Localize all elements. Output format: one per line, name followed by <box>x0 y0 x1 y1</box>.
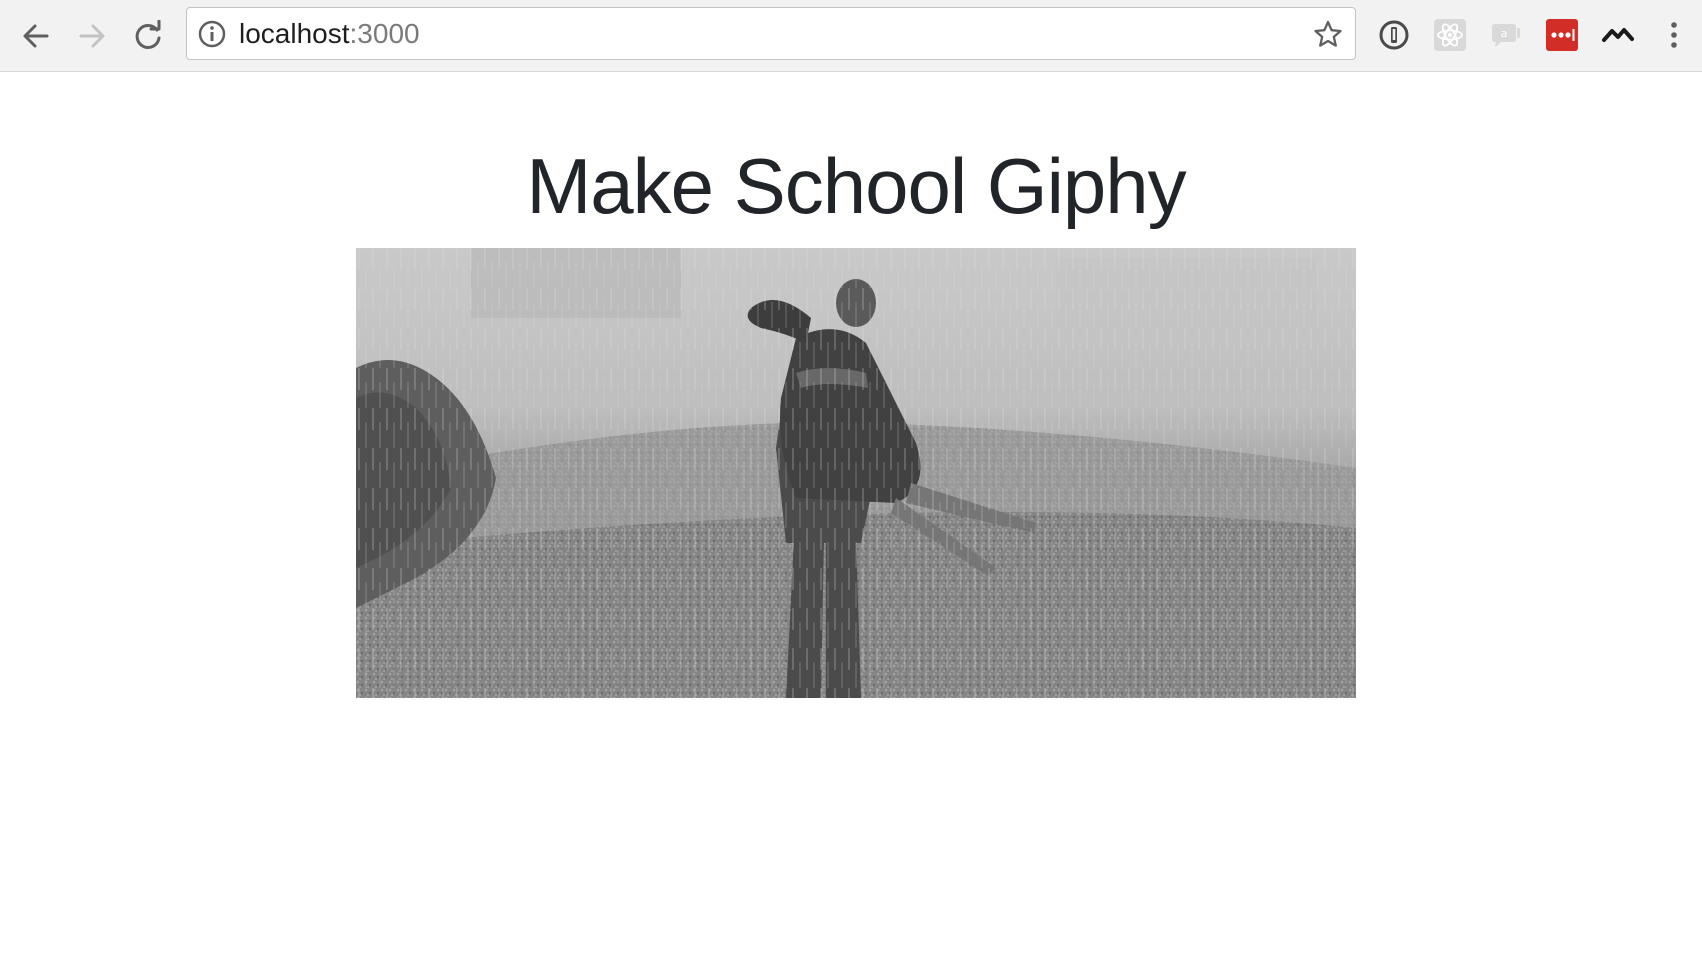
lastpass-extension[interactable] <box>1544 17 1580 53</box>
momentum-icon <box>1602 28 1634 42</box>
url-host: localhost <box>239 18 350 49</box>
back-button[interactable] <box>14 14 58 58</box>
cast-extension[interactable]: a <box>1488 17 1524 53</box>
lastpass-icon <box>1546 19 1578 51</box>
arrow-left-icon <box>23 24 49 48</box>
info-icon[interactable] <box>197 19 227 49</box>
forward-button[interactable] <box>70 14 114 58</box>
star-icon[interactable] <box>1313 19 1343 49</box>
onepassword-extension[interactable] <box>1376 17 1412 53</box>
browser-toolbar: localhost:3000 a <box>0 0 1702 72</box>
reload-button[interactable] <box>126 14 170 58</box>
react-devtools-icon <box>1434 19 1466 51</box>
cast-icon: a <box>1492 24 1520 47</box>
url-port: :3000 <box>349 18 420 49</box>
page-title: Make School Giphy <box>526 142 1186 230</box>
react-devtools-extension[interactable] <box>1432 17 1468 53</box>
gif-image-content <box>356 248 1356 698</box>
browser-menu-button[interactable] <box>1656 17 1692 53</box>
onepassword-icon <box>1379 20 1409 50</box>
svg-text:a: a <box>1501 27 1508 40</box>
momentum-extension[interactable] <box>1600 17 1636 53</box>
kebab-menu-icon <box>1671 22 1677 48</box>
giphy-gif-image <box>356 248 1356 698</box>
arrow-right-icon <box>79 24 105 48</box>
url-text[interactable]: localhost:3000 <box>239 16 420 52</box>
address-bar[interactable]: localhost:3000 <box>186 7 1356 60</box>
reload-icon <box>135 20 161 49</box>
